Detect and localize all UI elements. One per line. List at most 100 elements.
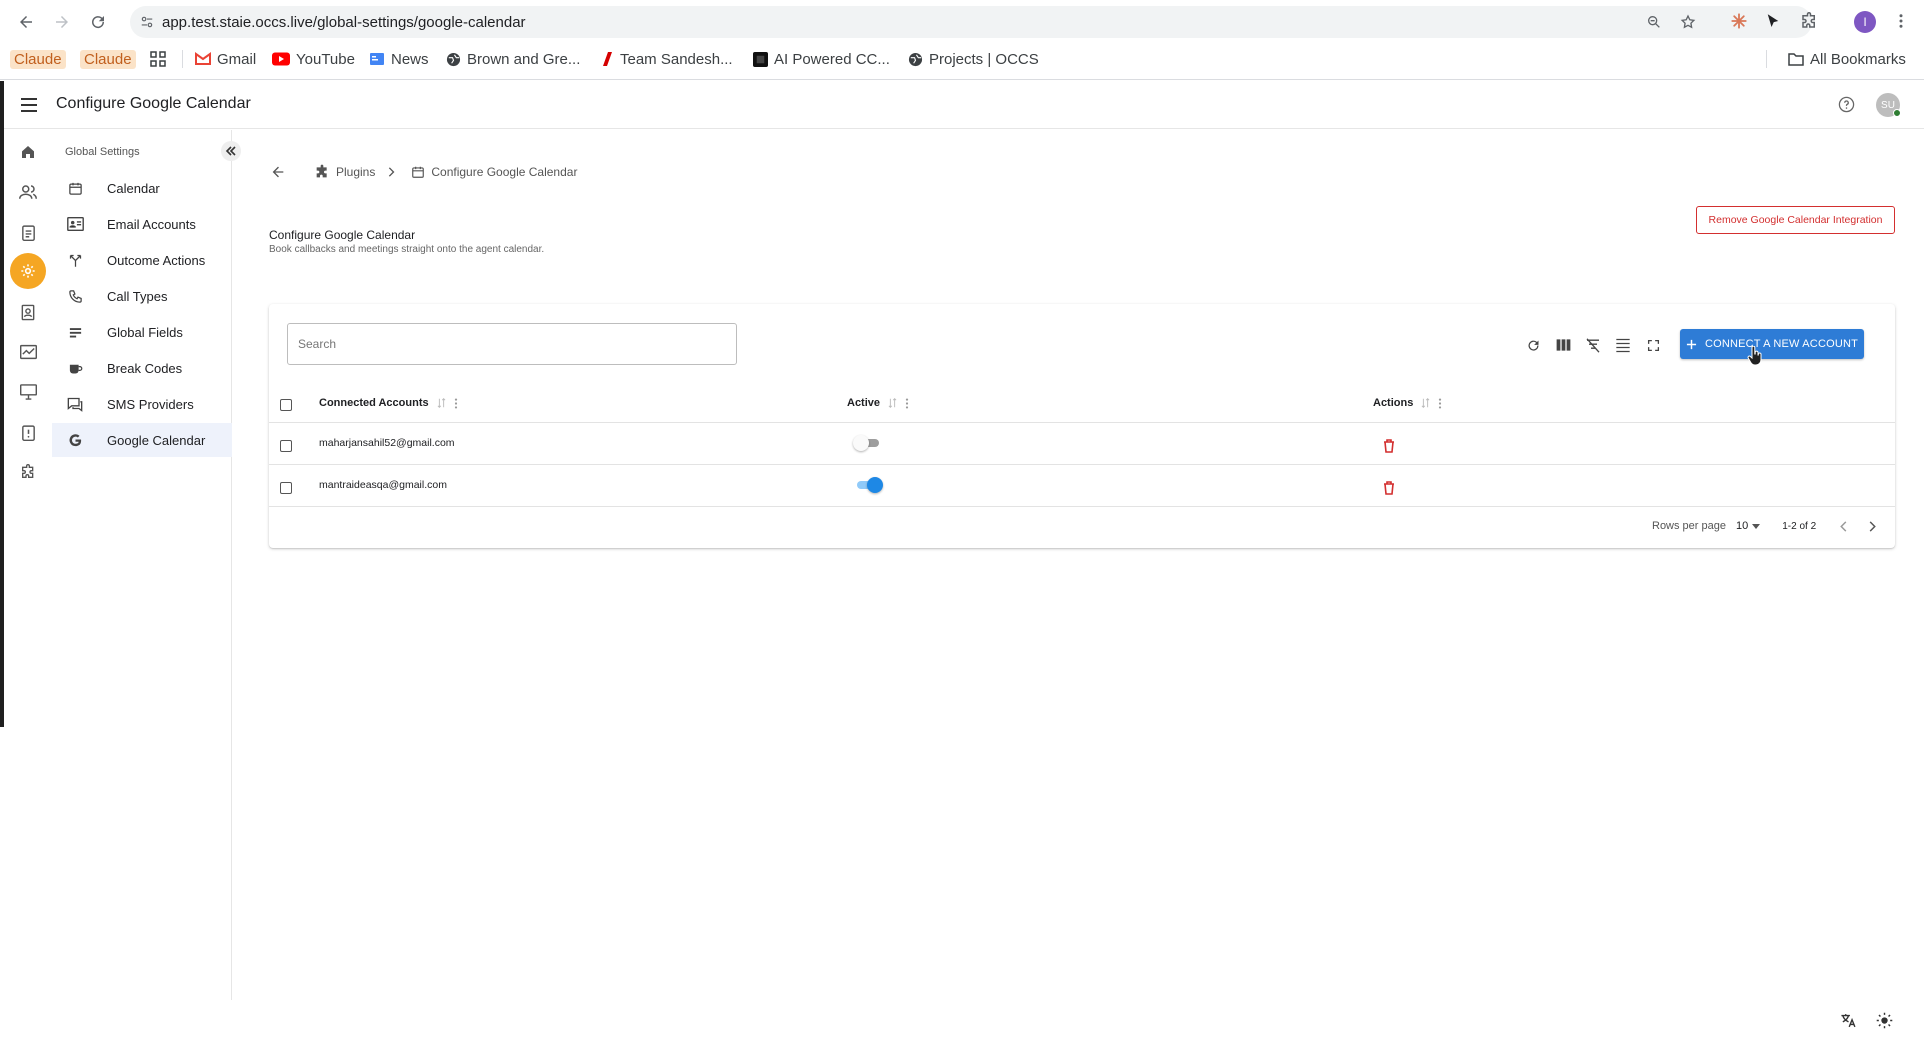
density-icon[interactable] (1614, 336, 1632, 354)
row-divider (269, 506, 1895, 507)
theme-toggle-icon[interactable] (1876, 1012, 1893, 1029)
report-icon[interactable] (18, 422, 38, 442)
cursor-extension-icon[interactable] (1764, 12, 1782, 30)
delete-icon[interactable] (1383, 481, 1397, 495)
sidebar-item-global-fields[interactable]: Global Fields (52, 315, 232, 349)
sidebar-item-call-types[interactable]: Call Types (52, 279, 232, 313)
bookmark-news[interactable]: News (369, 49, 429, 69)
delete-icon[interactable] (1383, 439, 1397, 453)
calendar-icon (411, 165, 425, 179)
next-page-icon[interactable] (1868, 520, 1876, 532)
gmail-icon (195, 52, 211, 66)
claude-extension-icon[interactable] (1730, 12, 1748, 30)
bookmark-projects-occs[interactable]: Projects | OCCS (908, 49, 1039, 69)
translate-icon[interactable] (1840, 1012, 1857, 1029)
sort-icon[interactable] (437, 398, 446, 408)
row-checkbox[interactable] (280, 440, 292, 452)
all-bookmarks[interactable]: All Bookmarks (1788, 49, 1906, 69)
refresh-icon[interactable] (1524, 336, 1542, 354)
filter-off-icon[interactable] (1584, 336, 1602, 354)
back-button[interactable] (270, 164, 286, 180)
select-all-checkbox[interactable] (280, 399, 292, 411)
analytics-icon[interactable] (18, 342, 38, 362)
home-icon[interactable] (18, 142, 38, 162)
hamburger-menu-icon[interactable] (20, 97, 38, 113)
pagination: Rows per page 10 1-2 of 2 (1652, 520, 1876, 532)
app-header: Configure Google Calendar SU (0, 81, 1924, 129)
zoom-icon[interactable] (1646, 14, 1662, 30)
reload-icon[interactable] (84, 8, 112, 36)
connect-new-account-button[interactable]: CONNECT A NEW ACCOUNT (1680, 329, 1864, 359)
column-header-actions[interactable]: Actions (1373, 397, 1442, 409)
column-header-active[interactable]: Active (847, 397, 909, 409)
bookmark-claude-1[interactable]: Claude (10, 49, 66, 69)
toggle-knob (853, 435, 869, 451)
bookmark-ai-powered[interactable]: AI Powered CC... (753, 49, 890, 69)
sidebar-item-outcome-actions[interactable]: Outcome Actions (52, 243, 232, 277)
row-divider (269, 422, 1895, 423)
mouse-cursor-icon (1747, 346, 1763, 366)
bookmark-brown-and-gre[interactable]: Brown and Gre... (446, 49, 580, 69)
breadcrumb-plugins-link[interactable]: Plugins (336, 165, 375, 179)
active-toggle[interactable] (853, 435, 883, 451)
help-icon[interactable] (1838, 96, 1855, 113)
clipboard-icon[interactable] (18, 222, 38, 242)
prev-page-icon[interactable] (1840, 520, 1848, 532)
row-checkbox[interactable] (280, 482, 292, 494)
column-header-connected-accounts[interactable]: Connected Accounts (319, 397, 458, 409)
remove-integration-button[interactable]: Remove Google Calendar Integration (1696, 206, 1895, 234)
active-toggle[interactable] (853, 477, 883, 493)
row-divider (269, 464, 1895, 465)
bookmark-youtube[interactable]: YouTube (272, 49, 355, 69)
bookmark-team-sandesh[interactable]: Team Sandesh... (600, 49, 733, 69)
column-menu-icon[interactable] (1438, 397, 1442, 409)
bookmark-gmail[interactable]: Gmail (195, 49, 256, 69)
collapse-sidebar-icon[interactable] (221, 141, 241, 161)
back-arrow-icon[interactable] (12, 8, 40, 36)
site-info-icon[interactable] (140, 15, 154, 29)
address-bar[interactable]: app.test.staie.occs.live/global-settings… (130, 6, 1812, 38)
breadcrumb: Plugins Configure Google Calendar (314, 164, 577, 180)
columns-icon[interactable] (1554, 336, 1572, 354)
users-icon[interactable] (18, 182, 38, 202)
search-input[interactable] (287, 323, 737, 365)
sidebar-item-google-calendar[interactable]: Google Calendar (52, 423, 232, 457)
sidebar-item-calendar[interactable]: Calendar (52, 171, 232, 205)
column-menu-icon[interactable] (454, 397, 458, 409)
sidebar-item-break-codes[interactable]: Break Codes (52, 351, 232, 385)
bookmark-claude-2[interactable]: Claude (80, 49, 136, 69)
account-email: maharjansahil52@gmail.com (319, 437, 455, 449)
accounts-table-card: CONNECT A NEW ACCOUNT Connected Accounts… (269, 304, 1895, 548)
sort-icon[interactable] (1421, 398, 1430, 408)
section-subtitle: Book callbacks and meetings straight ont… (269, 244, 545, 255)
calendar-icon (66, 179, 84, 197)
forward-arrow-icon[interactable] (48, 8, 76, 36)
plugins-puzzle-icon (314, 164, 330, 180)
section-title: Configure Google Calendar (269, 228, 416, 242)
coffee-icon (66, 359, 84, 377)
email-accounts-icon (66, 215, 84, 233)
column-menu-icon[interactable] (905, 397, 909, 409)
settings-rail-active[interactable] (10, 253, 46, 289)
sort-icon[interactable] (888, 398, 897, 408)
monitor-icon[interactable] (18, 382, 38, 402)
bookmark-star-icon[interactable] (1680, 14, 1696, 30)
globe-icon (446, 52, 461, 67)
browser-menu-icon[interactable] (1894, 12, 1908, 30)
plugins-puzzle-icon[interactable] (18, 462, 38, 482)
apps-grid-icon[interactable] (150, 49, 166, 69)
page-range: 1-2 of 2 (1782, 520, 1817, 532)
gear-icon (20, 263, 36, 279)
rows-per-page-select[interactable]: 10 (1736, 520, 1761, 532)
sidebar-item-email-accounts[interactable]: Email Accounts (52, 207, 232, 241)
contact-card-icon[interactable] (18, 302, 38, 322)
url-text: app.test.staie.occs.live/global-settings… (162, 14, 526, 31)
sms-icon (66, 395, 84, 413)
extensions-puzzle-icon[interactable] (1800, 12, 1818, 30)
profile-avatar[interactable]: I (1854, 11, 1876, 33)
team-icon (600, 51, 614, 67)
sidebar-item-sms-providers[interactable]: SMS Providers (52, 387, 232, 421)
phone-icon (66, 287, 84, 305)
fullscreen-icon[interactable] (1644, 336, 1662, 354)
bookmark-divider-right (1766, 50, 1767, 68)
